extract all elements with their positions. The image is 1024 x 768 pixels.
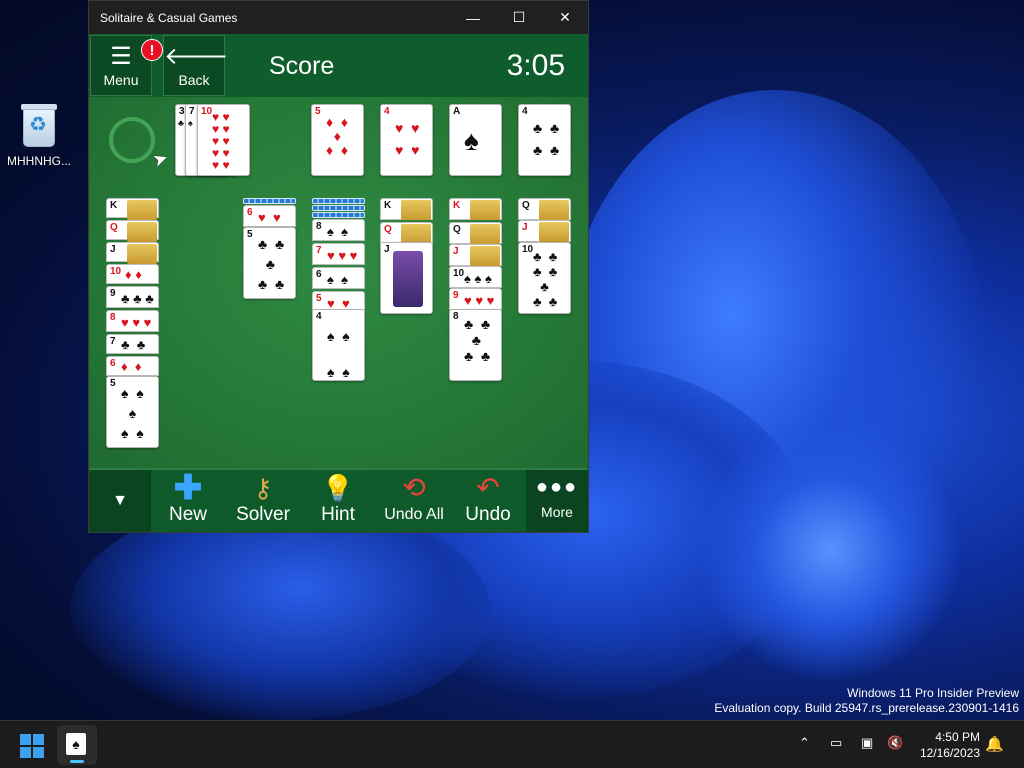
- watermark-edition: Windows 11 Pro Insider Preview: [847, 686, 1019, 700]
- show-hidden-icons-chevron-up-icon[interactable]: ⌃: [799, 735, 810, 751]
- solitaire-window: Solitaire & Casual Games — ☐ ✕ ☰ Menu ! …: [88, 0, 589, 533]
- maximize-button[interactable]: ☐: [496, 1, 542, 34]
- tableau5-card-K[interactable]: K: [380, 198, 433, 220]
- tableau6-card-10[interactable]: 10 ♠ ♠ ♠: [449, 266, 502, 288]
- close-button[interactable]: ✕: [542, 1, 588, 34]
- desktop-icon-label: MHHNHG...: [7, 154, 71, 168]
- tableau4-facedown-card-2: [312, 205, 365, 211]
- tableau1-card-9[interactable]: 9 ♣ ♣ ♣: [106, 286, 159, 308]
- tableau1-card-10[interactable]: 10 ♦ ♦: [106, 264, 159, 284]
- tableau6-card-8-clubs[interactable]: 8 ♣ ♣ ♣ ♣ ♣: [449, 309, 502, 381]
- game-board: ➤ 3 ♣ 7 ♠ 10 ♥ ♥ ♥ ♥ ♥ ♥ ♥ ♥ ♥ ♥ 5 ♦ ♦ ♦ ♦ ♦ …: [89, 97, 588, 468]
- tableau3-card-5-clubs[interactable]: 5 ♣ ♣ ♣ ♣ ♣: [243, 227, 296, 299]
- key-icon: ⚷: [253, 473, 273, 503]
- game-topbar: ☰ Menu ! 🡐 Back Score 3:05: [89, 34, 588, 97]
- foundation-card-4-clubs[interactable]: 4 ♣ ♣ ♣ ♣: [518, 104, 571, 176]
- mouse-cursor-icon: ➤: [149, 147, 171, 172]
- tableau7-card-Q[interactable]: Q: [518, 198, 571, 220]
- desktop-icon-recycle-bin[interactable]: ♻ MHHNHG...: [4, 104, 74, 168]
- tableau3-facedown-card: [243, 198, 296, 204]
- taskbar: ♠ ⌃ ▭ ▣ 🔇 4:50 PM 12/16/2023 🔔: [0, 720, 1024, 768]
- tableau4-facedown-card-3: [312, 212, 365, 218]
- back-arrow-icon: 🡐: [164, 43, 229, 70]
- tableau1-card-7[interactable]: 7 ♣ ♣: [106, 334, 159, 354]
- tableau4-card-6-spades[interactable]: 6 ♠ ♠: [312, 267, 365, 289]
- more-button[interactable]: ●●● More: [526, 470, 588, 532]
- window-titlebar[interactable]: Solitaire & Casual Games — ☐ ✕: [89, 1, 588, 34]
- taskbar-clock[interactable]: 4:50 PM 12/16/2023: [920, 729, 980, 761]
- solitaire-app-icon: ♠: [66, 733, 86, 755]
- tableau4-card-7-hearts[interactable]: 7 ♥ ♥ ♥: [312, 243, 365, 265]
- tableau1-card-J[interactable]: J: [106, 242, 159, 264]
- tableau1-card-K[interactable]: K: [106, 198, 159, 220]
- undo-label: Undo: [465, 504, 511, 525]
- minimize-button[interactable]: —: [450, 1, 496, 34]
- start-button-windows-icon[interactable]: [20, 734, 44, 758]
- network-disconnected-icon[interactable]: ▭: [830, 735, 842, 751]
- game-toolbar: ▼ ✚ New ⚷ Solver 💡 Hint ⟲ Undo All ↶ Und…: [89, 468, 588, 532]
- tableau4-card-8-spades[interactable]: 8 ♠ ♠: [312, 219, 365, 241]
- menu-button[interactable]: ☰ Menu !: [90, 35, 163, 96]
- hint-label: Hint: [321, 504, 355, 525]
- tableau1-card-8[interactable]: 8 ♥ ♥ ♥: [106, 310, 159, 332]
- display-icon[interactable]: ▣: [861, 735, 873, 751]
- tableau6-card-K[interactable]: K: [449, 198, 502, 220]
- chevron-down-icon: ▼: [112, 492, 128, 509]
- tableau5-card-J-clubs[interactable]: J: [380, 242, 433, 314]
- undo-all-icon: ⟲: [402, 472, 426, 503]
- foundation-card-ace-spades[interactable]: A ♠: [449, 104, 502, 176]
- solver-button[interactable]: ⚷ Solver: [232, 470, 294, 532]
- alert-badge-icon: !: [141, 39, 163, 61]
- tableau6-card-J[interactable]: J: [449, 244, 502, 266]
- watermark-build: Evaluation copy. Build 25947.rs_prerelea…: [714, 701, 1019, 715]
- more-label: More: [541, 504, 573, 520]
- back-label: Back: [178, 72, 210, 88]
- window-title: Solitaire & Casual Games: [100, 10, 238, 25]
- solver-label: Solver: [236, 504, 290, 525]
- waste-card-10-hearts[interactable]: 10 ♥ ♥ ♥ ♥ ♥ ♥ ♥ ♥ ♥ ♥: [197, 104, 250, 176]
- tableau6-card-9[interactable]: 9 ♥ ♥ ♥: [449, 288, 502, 310]
- taskbar-solitaire-app[interactable]: ♠: [57, 725, 97, 765]
- new-game-button[interactable]: ✚ New: [164, 470, 212, 532]
- windows-watermark: Windows 11 Pro Insider Preview Evaluatio…: [714, 686, 1019, 716]
- stock-pile-empty[interactable]: [109, 117, 155, 163]
- foundation-card-5-diamonds[interactable]: 5 ♦ ♦ ♦ ♦ ♦: [311, 104, 364, 176]
- active-app-indicator: [70, 760, 84, 763]
- menu-label: Menu: [103, 72, 139, 88]
- foundation-card-4-hearts[interactable]: 4 ♥ ♥ ♥ ♥: [380, 104, 433, 176]
- tableau4-facedown-card-1: [312, 198, 365, 204]
- undo-button[interactable]: ↶ Undo: [461, 470, 515, 532]
- tableau3-card-6-hearts[interactable]: 6 ♥ ♥: [243, 205, 296, 227]
- notification-bell-icon[interactable]: 🔔: [985, 735, 1004, 753]
- undo-all-button[interactable]: ⟲ Undo All: [379, 470, 449, 532]
- tableau7-card-10-clubs[interactable]: 10 ♣ ♣ ♣ ♣ ♣ ♣ ♣: [518, 242, 571, 314]
- clock-time: 4:50 PM: [935, 730, 980, 744]
- score-label: Score: [269, 52, 335, 80]
- collapse-toolbar-button[interactable]: ▼: [89, 470, 151, 532]
- tableau1-card-Q[interactable]: Q: [106, 220, 159, 242]
- tableau1-card-6[interactable]: 6 ♦ ♦: [106, 356, 159, 376]
- tableau1-card-5-spades[interactable]: 5 ♠ ♠ ♠ ♠ ♠: [106, 376, 159, 448]
- back-button[interactable]: 🡐 Back: [163, 35, 229, 96]
- tableau4-card-4-spades[interactable]: 4 ♠ ♠ ♠ ♠: [312, 309, 365, 381]
- tableau5-card-Q[interactable]: Q: [380, 222, 433, 244]
- undo-all-label: Undo All: [384, 506, 444, 523]
- plus-icon: ✚: [173, 469, 203, 507]
- new-label: New: [168, 504, 207, 525]
- game-timer: 3:05: [506, 49, 565, 82]
- jack-face-icon: [393, 251, 423, 307]
- tableau6-card-Q[interactable]: Q: [449, 222, 502, 244]
- lightbulb-icon: 💡: [321, 473, 355, 503]
- tableau7-card-J[interactable]: J: [518, 220, 571, 242]
- hint-button[interactable]: 💡 Hint: [314, 470, 362, 532]
- speaker-muted-icon[interactable]: 🔇: [887, 735, 903, 751]
- undo-icon: ↶: [476, 472, 500, 503]
- more-dots-icon: ●●●: [535, 476, 579, 498]
- clock-date: 12/16/2023: [919, 746, 980, 760]
- recycle-bin-icon: ♻: [20, 104, 58, 148]
